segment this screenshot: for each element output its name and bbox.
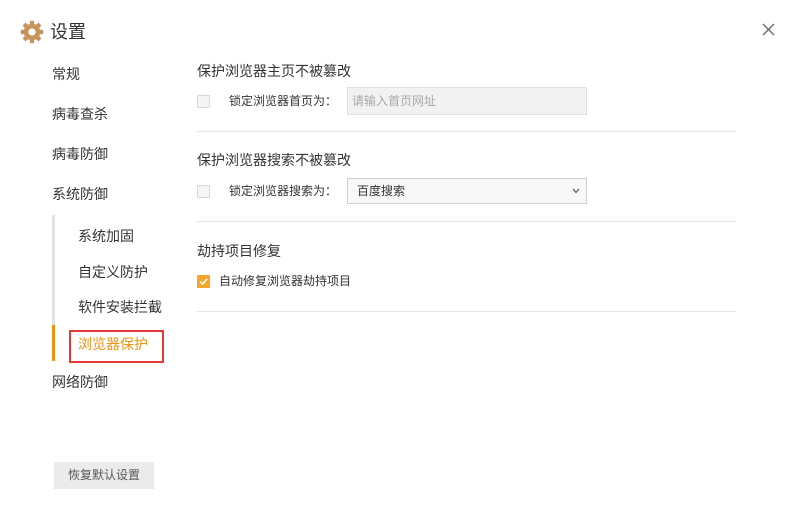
section-divider [197, 131, 736, 132]
section-divider [197, 311, 736, 312]
auto-repair-checkbox[interactable] [197, 275, 210, 288]
close-icon[interactable] [762, 23, 775, 36]
auto-repair-label: 自动修复浏览器劫持项目 [219, 274, 352, 288]
sidebar-subitem-install-blocking[interactable]: 软件安装拦截 [78, 297, 162, 317]
section-divider [197, 221, 736, 222]
section-title-homepage: 保护浏览器主页不被篡改 [197, 63, 351, 79]
search-engine-select[interactable]: 百度搜索 [347, 178, 587, 204]
sidebar-item-virus-scan[interactable]: 病毒查杀 [52, 104, 108, 124]
lock-search-label: 锁定浏览器搜索为： [229, 184, 338, 198]
lock-search-checkbox[interactable] [197, 185, 210, 198]
sidebar-subitem-system-hardening[interactable]: 系统加固 [78, 226, 134, 246]
active-indicator [52, 325, 55, 361]
chevron-down-icon [572, 188, 580, 194]
sidebar-item-network-defense[interactable]: 网络防御 [52, 372, 108, 392]
lock-homepage-label: 锁定浏览器首页为： [229, 94, 338, 108]
check-icon [199, 278, 208, 286]
sidebar-item-virus-defense[interactable]: 病毒防御 [52, 144, 108, 164]
gear-icon [20, 20, 44, 44]
window-title: 设置 [50, 22, 86, 42]
section-title-search: 保护浏览器搜索不被篡改 [197, 152, 351, 168]
sidebar-subitem-custom-protection[interactable]: 自定义防护 [78, 262, 148, 282]
homepage-url-input[interactable] [347, 87, 587, 115]
reset-defaults-button[interactable]: 恢复默认设置 [54, 462, 154, 489]
lock-homepage-checkbox[interactable] [197, 95, 210, 108]
highlight-box [69, 330, 164, 363]
sidebar-item-general[interactable]: 常规 [52, 64, 80, 84]
search-engine-selected-value: 百度搜索 [357, 184, 406, 198]
section-title-hijack-repair: 劫持项目修复 [197, 243, 281, 259]
sidebar-item-system-defense[interactable]: 系统防御 [52, 184, 108, 204]
